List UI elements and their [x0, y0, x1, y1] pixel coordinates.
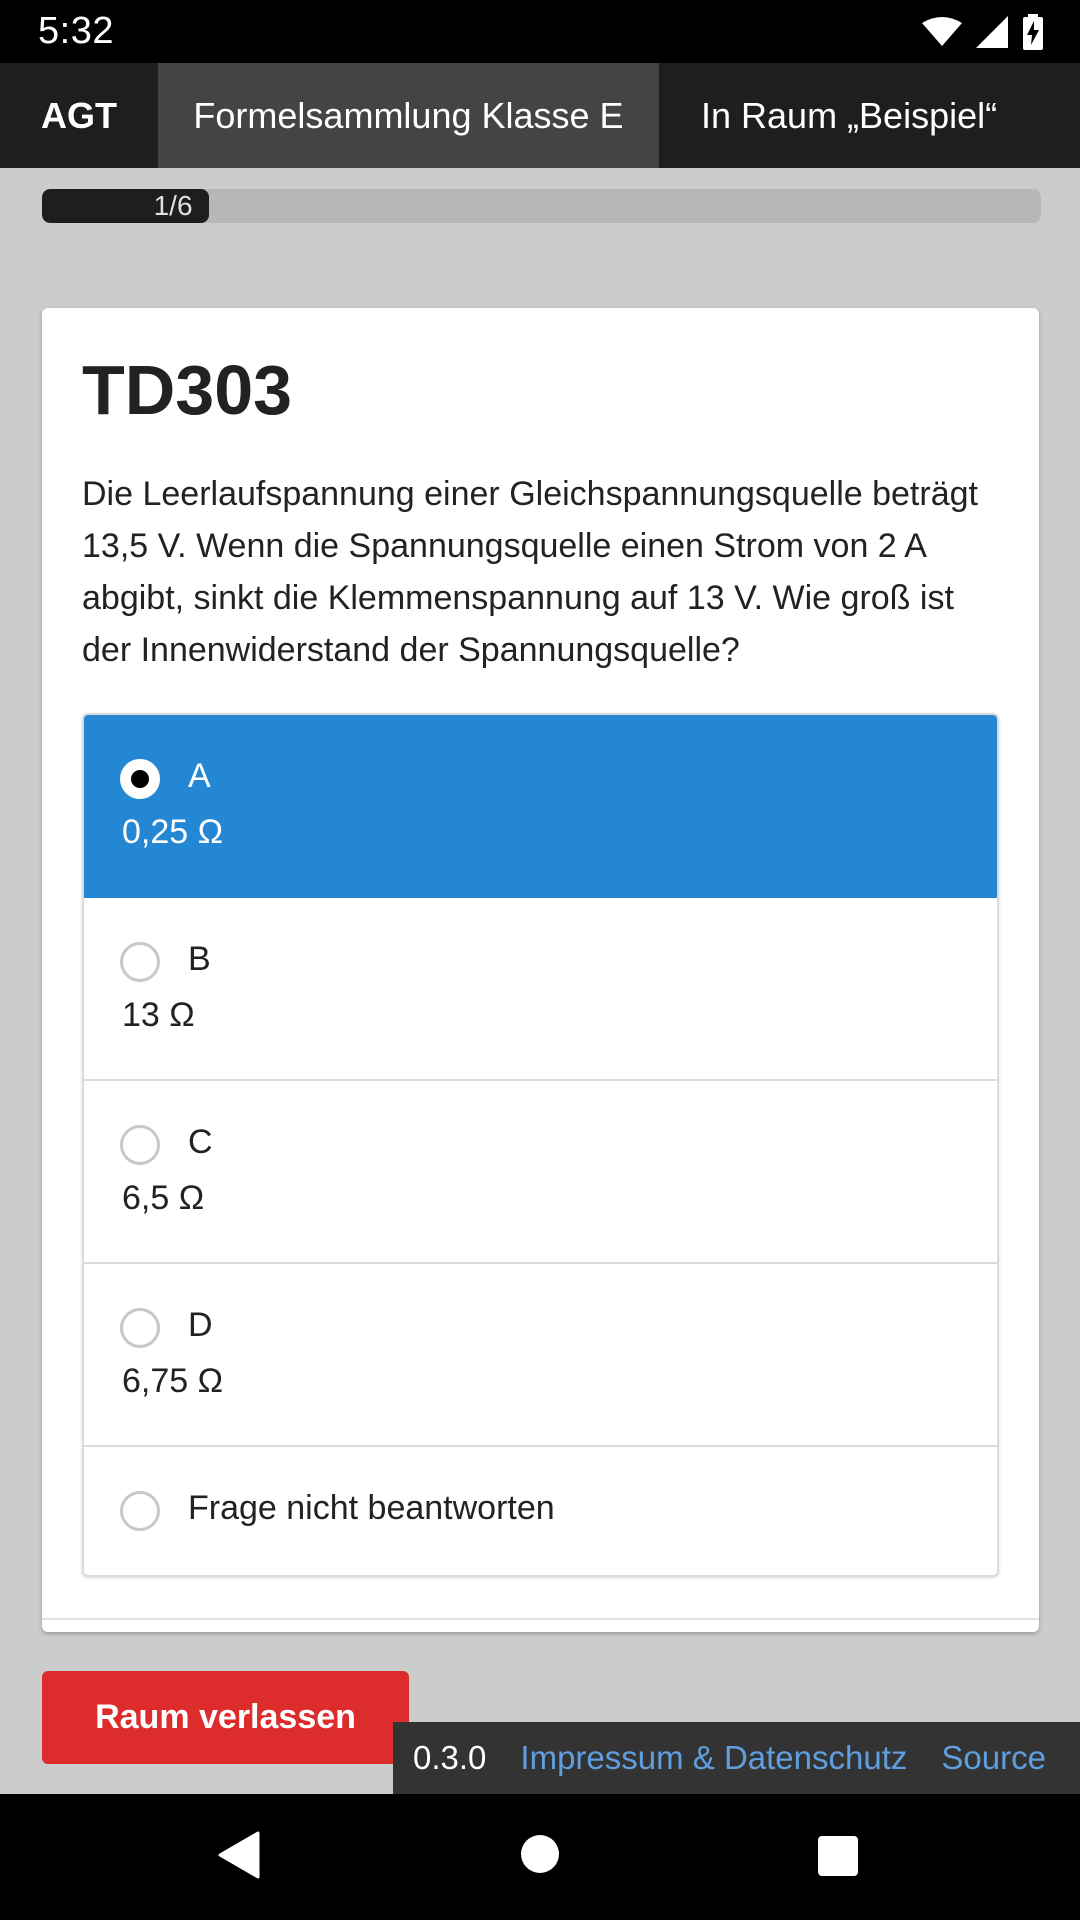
wifi-icon: [922, 17, 962, 46]
question-card: TD303 Die Leerlaufspannung einer Gleichs…: [42, 308, 1039, 1632]
answer-letter: B: [188, 940, 211, 978]
leave-room-button[interactable]: Raum verlassen: [42, 1671, 409, 1764]
progress-label: 1/6: [153, 190, 193, 221]
footer: 0.3.0 Impressum & Datenschutz Source: [393, 1722, 1080, 1794]
answer-value: 0,25 Ω: [122, 813, 224, 851]
question-id: TD303: [82, 351, 293, 429]
status-icons: [922, 14, 1044, 50]
answer-value: 13 Ω: [122, 996, 195, 1034]
radio-dot: [131, 770, 149, 788]
answer-letter: A: [188, 757, 211, 795]
question-text: Die Leerlaufspannung einer Gleichspannun…: [82, 475, 978, 669]
status-bar: 5:32: [0, 0, 1080, 63]
status-time: 5:32: [38, 10, 114, 52]
battery-charging-icon: [1023, 14, 1043, 50]
top-navbar: AGT Formelsammlung Klasse E In Raum „Bei…: [0, 63, 1080, 168]
radio-button[interactable]: [120, 1491, 160, 1531]
progress-fill: 1/6: [42, 189, 209, 223]
radio-button[interactable]: [120, 759, 160, 799]
room-link[interactable]: In Raum „Beispiel“: [659, 63, 997, 168]
answer-option-b[interactable]: B 13 Ω: [84, 898, 997, 1081]
answer-value: 6,75 Ω: [122, 1362, 224, 1400]
back-icon[interactable]: [216, 1831, 260, 1879]
progress-bar: 1/6: [42, 189, 1041, 223]
brand-link[interactable]: AGT: [0, 63, 158, 168]
answer-option-c[interactable]: C 6,5 Ω: [84, 1081, 997, 1264]
skip-label: Frage nicht beantworten: [188, 1489, 555, 1527]
answer-option-skip[interactable]: Frage nicht beantworten: [84, 1447, 997, 1575]
answer-value: 6,5 Ω: [122, 1179, 205, 1217]
radio-button[interactable]: [120, 942, 160, 982]
tab-formelsammlung[interactable]: Formelsammlung Klasse E: [158, 63, 659, 168]
recents-icon[interactable]: [817, 1835, 859, 1877]
radio-button[interactable]: [120, 1125, 160, 1165]
imprint-link[interactable]: Impressum & Datenschutz: [520, 1739, 907, 1777]
version-label: 0.3.0: [413, 1739, 487, 1776]
answer-option-a[interactable]: A 0,25 Ω: [84, 715, 997, 898]
card-divider: [42, 1618, 1039, 1620]
answer-option-d[interactable]: D 6,75 Ω: [84, 1264, 997, 1447]
home-icon[interactable]: [520, 1834, 560, 1874]
source-link[interactable]: Source: [941, 1739, 1046, 1777]
answer-list: A 0,25 Ω B 13 Ω C 6,5 Ω D 6,75 Ω Frage n…: [82, 713, 999, 1577]
system-navigation-bar: [0, 1794, 1080, 1920]
answer-letter: D: [188, 1306, 213, 1344]
answer-letter: C: [188, 1123, 213, 1161]
radio-button[interactable]: [120, 1308, 160, 1348]
signal-icon: [976, 16, 1008, 48]
